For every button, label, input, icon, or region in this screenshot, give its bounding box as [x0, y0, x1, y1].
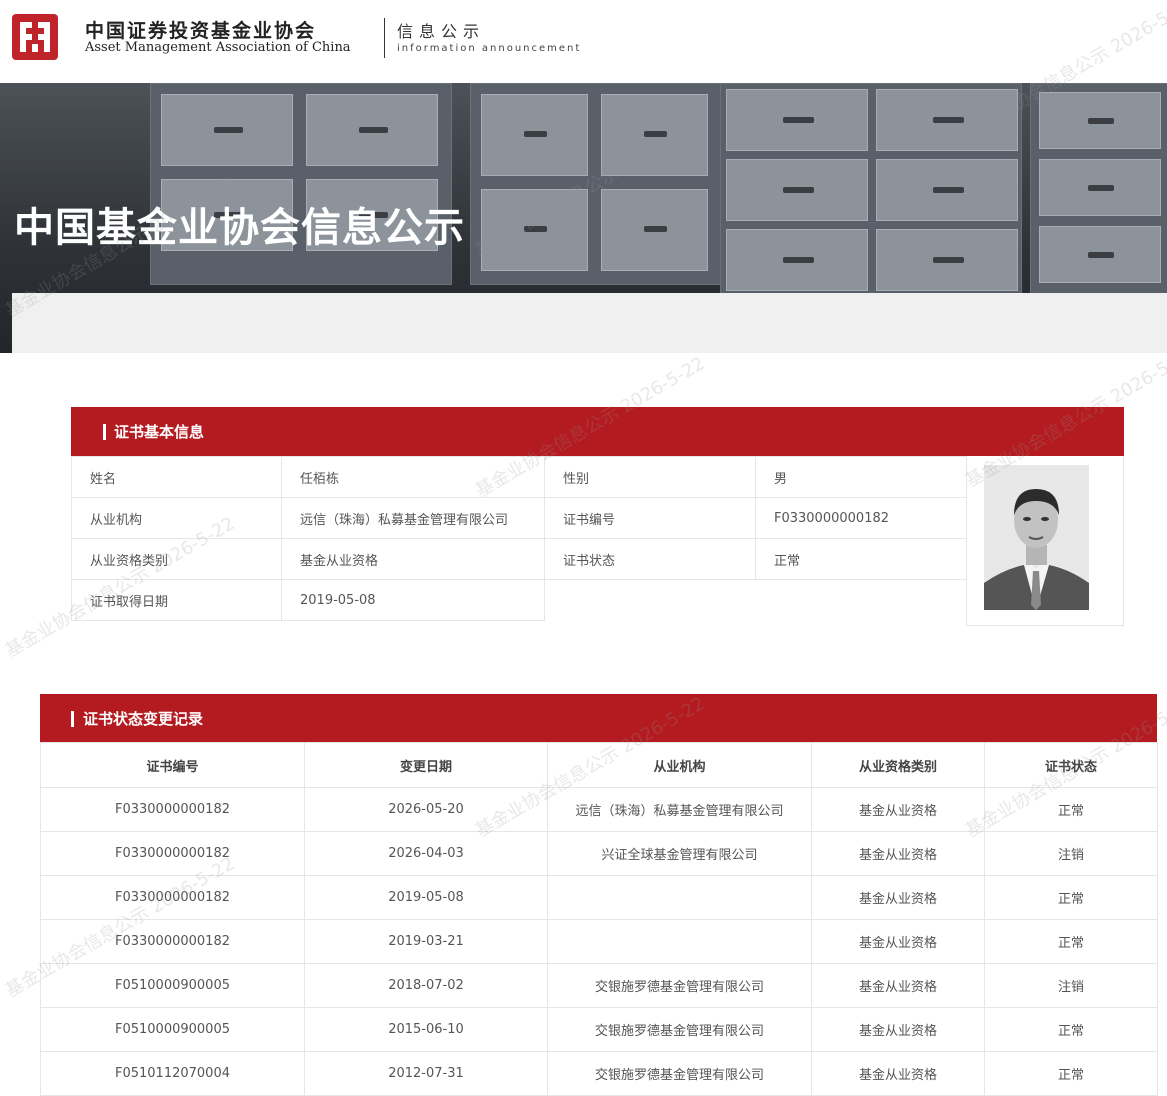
cert-no-value: F0330000000182	[755, 497, 967, 539]
col-header-cert-no: 证书编号	[40, 742, 305, 788]
qual-type-label: 从业资格类别	[71, 538, 282, 580]
cell-change-date: 2018-07-02	[304, 963, 548, 1008]
cert-date-value: 2019-05-08	[281, 579, 545, 621]
cell-employer: 交银施罗德基金管理有限公司	[547, 963, 812, 1008]
banner-cabinet-graphic	[720, 83, 1022, 295]
gender-label: 性别	[544, 456, 756, 498]
cell-cert-no: F0330000000182	[40, 919, 305, 964]
banner-cabinet-graphic	[470, 83, 722, 285]
cert-status-label: 证书状态	[544, 538, 756, 580]
cell-change-date: 2026-04-03	[304, 831, 548, 876]
table-row: F0330000000182 2026-05-20 远信（珠海）私募基金管理有限…	[40, 787, 1158, 832]
col-header-qual-type: 从业资格类别	[811, 742, 985, 788]
header-divider	[384, 18, 385, 58]
amac-logo-icon	[12, 14, 58, 60]
cell-cert-no: F0330000000182	[40, 787, 305, 832]
cell-cert-no: F0510000900005	[40, 1007, 305, 1052]
cell-qual-type: 基金从业资格	[811, 831, 985, 876]
cell-qual-type: 基金从业资格	[811, 787, 985, 832]
cell-qual-type: 基金从业资格	[811, 875, 985, 920]
history-table: 证书编号 变更日期 从业机构 从业资格类别 证书状态 F033000000018…	[40, 742, 1158, 1096]
table-row: F0330000000182 2026-04-03 兴证全球基金管理有限公司 基…	[40, 831, 1158, 876]
basic-info-table: 姓名 任栢栋 性别 男 从业机构 远信（珠海）私募基金管理有限公司 证书编号 F…	[71, 456, 967, 621]
page-title: 中国基金业协会信息公示	[14, 205, 465, 251]
profile-photo	[984, 465, 1089, 610]
hero-banner: 中国基金业协会信息公示	[0, 83, 1167, 353]
cell-cert-no: F0330000000182	[40, 831, 305, 876]
cell-qual-type: 基金从业资格	[811, 963, 985, 1008]
cell-cert-status: 正常	[984, 787, 1158, 832]
basic-info-title: 证书基本信息	[114, 423, 205, 441]
col-header-employer: 从业机构	[547, 742, 812, 788]
cell-change-date: 2019-03-21	[304, 919, 548, 964]
cell-cert-status: 正常	[984, 1007, 1158, 1052]
cell-employer: 兴证全球基金管理有限公司	[547, 831, 812, 876]
cell-qual-type: 基金从业资格	[811, 1007, 985, 1052]
org-name-en: Asset Management Association of China	[85, 40, 351, 55]
cell-change-date: 2015-06-10	[304, 1007, 548, 1052]
cell-employer	[547, 875, 812, 920]
gender-value: 男	[755, 456, 967, 498]
cell-employer: 远信（珠海）私募基金管理有限公司	[547, 787, 812, 832]
section-marker	[103, 424, 106, 440]
table-row: F0510000900005 2018-07-02 交银施罗德基金管理有限公司 …	[40, 963, 1158, 1008]
name-label: 姓名	[71, 456, 282, 498]
table-row: F0510112070004 2012-07-31 交银施罗德基金管理有限公司 …	[40, 1051, 1158, 1096]
cell-change-date: 2019-05-08	[304, 875, 548, 920]
col-header-cert-status: 证书状态	[984, 742, 1158, 788]
table-row: 证书取得日期 2019-05-08	[71, 579, 967, 621]
table-row: 从业资格类别 基金从业资格 证书状态 正常	[71, 538, 967, 580]
cell-change-date: 2012-07-31	[304, 1051, 548, 1096]
cell-cert-no: F0330000000182	[40, 875, 305, 920]
qual-type-value: 基金从业资格	[281, 538, 545, 580]
table-row: F0330000000182 2019-03-21 基金从业资格 正常	[40, 919, 1158, 964]
table-row: F0510000900005 2015-06-10 交银施罗德基金管理有限公司 …	[40, 1007, 1158, 1052]
cert-date-label: 证书取得日期	[71, 579, 282, 621]
table-header-row: 证书编号 变更日期 从业机构 从业资格类别 证书状态	[40, 742, 1158, 788]
cell-cert-status: 正常	[984, 919, 1158, 964]
table-row: 姓名 任栢栋 性别 男	[71, 456, 967, 498]
cell-cert-no: F0510000900005	[40, 963, 305, 1008]
cell-cert-status: 正常	[984, 1051, 1158, 1096]
cell-qual-type: 基金从业资格	[811, 919, 985, 964]
cell-cert-status: 注销	[984, 963, 1158, 1008]
cell-employer	[547, 919, 812, 964]
banner-cabinet-graphic	[150, 83, 452, 285]
org-name-cn: 中国证券投资基金业协会	[85, 20, 317, 42]
cert-status-value: 正常	[755, 538, 967, 580]
cell-employer: 交银施罗德基金管理有限公司	[547, 1007, 812, 1052]
cell-cert-no: F0510112070004	[40, 1051, 305, 1096]
banner-cabinet-graphic	[1030, 83, 1167, 295]
employer-label: 从业机构	[71, 497, 282, 539]
history-title: 证书状态变更记录	[83, 710, 204, 728]
cert-no-label: 证书编号	[544, 497, 756, 539]
cell-cert-status: 正常	[984, 875, 1158, 920]
name-value: 任栢栋	[281, 456, 545, 498]
cell-employer: 交银施罗德基金管理有限公司	[547, 1051, 812, 1096]
cell-cert-status: 注销	[984, 831, 1158, 876]
col-header-change-date: 变更日期	[304, 742, 548, 788]
employer-value: 远信（珠海）私募基金管理有限公司	[281, 497, 545, 539]
history-header: 证书状态变更记录	[40, 694, 1157, 743]
photo-cell	[966, 456, 1124, 626]
site-header: 中国证券投资基金业协会 Asset Management Association…	[0, 0, 1167, 83]
cell-qual-type: 基金从业资格	[811, 1051, 985, 1096]
content-top-edge	[12, 293, 1167, 353]
basic-info-header: 证书基本信息	[71, 407, 1124, 456]
section-name-en: information announcement	[397, 43, 582, 54]
section-name-cn: 信息公示	[397, 22, 486, 41]
table-row: F0330000000182 2019-05-08 基金从业资格 正常	[40, 875, 1158, 920]
cell-change-date: 2026-05-20	[304, 787, 548, 832]
table-row: 从业机构 远信（珠海）私募基金管理有限公司 证书编号 F033000000018…	[71, 497, 967, 539]
section-marker	[71, 711, 74, 727]
